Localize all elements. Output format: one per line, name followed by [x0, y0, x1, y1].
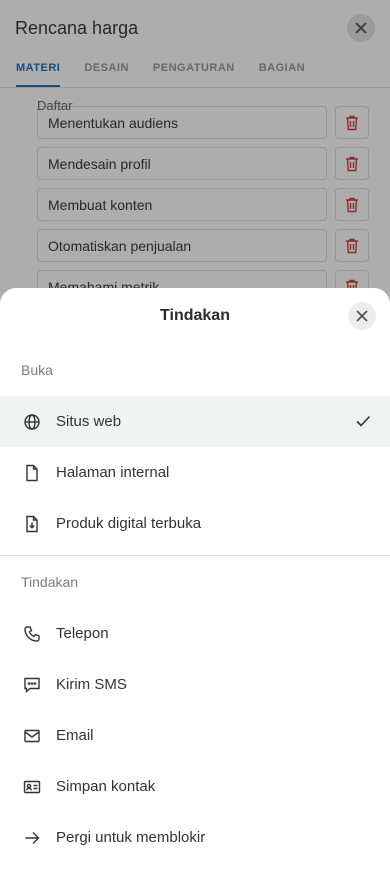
menu-item-digital-product[interactable]: Produk digital terbuka: [0, 498, 390, 549]
section-label-actions: Tindakan: [21, 574, 79, 590]
menu-item-label: Halaman internal: [56, 464, 170, 481]
sheet-header: Tindakan: [0, 288, 390, 344]
menu-item-go-to-block[interactable]: Pergi untuk memblokir: [0, 812, 390, 863]
close-icon: [356, 310, 368, 322]
menu-item-label: Pergi untuk memblokir: [56, 829, 206, 846]
menu-item-internal-page[interactable]: Halaman internal: [0, 447, 390, 498]
menu-item-label: Situs web: [56, 413, 122, 430]
sheet-title: Tindakan: [160, 307, 230, 324]
action-sheet: Tindakan Buka Situs web Halaman internal…: [0, 288, 390, 870]
page-icon: [22, 463, 42, 483]
phone-icon: [22, 624, 42, 644]
menu-item-sms[interactable]: Kirim SMS: [0, 659, 390, 710]
menu-item-website[interactable]: Situs web: [0, 396, 390, 447]
menu-item-label: Produk digital terbuka: [56, 515, 202, 532]
download-file-icon: [22, 514, 42, 534]
sms-icon: [22, 675, 42, 695]
menu-item-phone[interactable]: Telepon: [0, 608, 390, 659]
menu-item-save-contact[interactable]: Simpan kontak: [0, 761, 390, 812]
mail-icon: [22, 726, 42, 746]
contact-card-icon: [22, 777, 42, 797]
arrow-right-icon: [22, 828, 42, 848]
globe-icon: [22, 412, 42, 432]
menu-item-label: Simpan kontak: [56, 778, 156, 795]
close-button[interactable]: [348, 302, 376, 330]
section-label-open: Buka: [21, 362, 53, 378]
check-icon: [354, 412, 372, 430]
menu-item-email[interactable]: Email: [0, 710, 390, 761]
menu-item-label: Telepon: [56, 625, 109, 642]
menu-item-label: Kirim SMS: [56, 676, 127, 693]
menu-item-label: Email: [56, 727, 94, 744]
